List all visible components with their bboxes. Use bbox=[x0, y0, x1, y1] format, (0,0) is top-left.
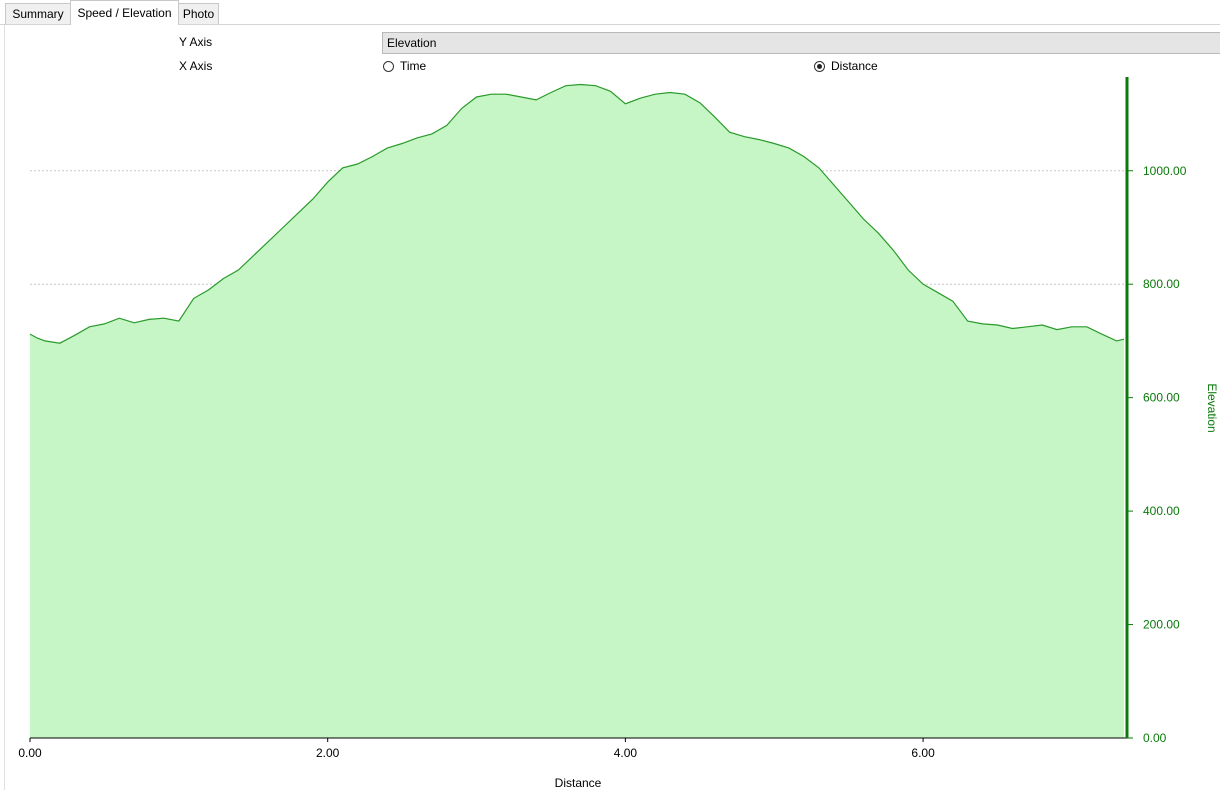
y-tick-label: 1000.00 bbox=[1143, 164, 1187, 178]
x-axis-title: Distance bbox=[555, 776, 602, 790]
y-tick-label: 0.00 bbox=[1143, 731, 1167, 745]
y-tick-label: 400.00 bbox=[1143, 504, 1180, 518]
x-tick-label: 4.00 bbox=[614, 746, 638, 760]
y-tick-labels: 0.00 200.00 400.00 600.00 800.00 1000.00 bbox=[1127, 164, 1187, 745]
y-tick-label: 800.00 bbox=[1143, 277, 1180, 291]
tab-speed-elevation[interactable]: Speed / Elevation bbox=[70, 0, 179, 25]
y-tick-label: 200.00 bbox=[1143, 618, 1180, 632]
y-tick-label: 600.00 bbox=[1143, 391, 1180, 405]
x-tick-labels: 0.00 2.00 4.00 6.00 bbox=[18, 738, 935, 760]
x-tick-label: 6.00 bbox=[911, 746, 935, 760]
elevation-area bbox=[30, 84, 1125, 738]
x-tick-label: 0.00 bbox=[18, 746, 42, 760]
y-axis-title: Elevation bbox=[1205, 383, 1219, 432]
elevation-chart: 0.00 2.00 4.00 6.00 0.00 200.00 400.00 600.00 8… bbox=[18, 77, 1219, 790]
x-tick-label: 2.00 bbox=[316, 746, 340, 760]
